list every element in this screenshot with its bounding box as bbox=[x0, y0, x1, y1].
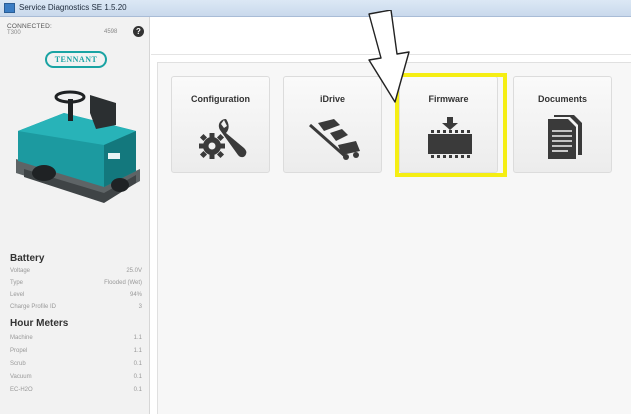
hour-meter-row: Machine 1.1 bbox=[10, 335, 142, 345]
row-value: 25.0V bbox=[126, 268, 142, 274]
row-label: Propel bbox=[10, 348, 28, 354]
brand-logo: TENNANT bbox=[45, 51, 107, 68]
row-label: EC-H2O bbox=[10, 387, 33, 393]
main-panel: Configuration iDrive Firmware Documents bbox=[151, 10, 631, 414]
row-label: Voltage bbox=[10, 268, 31, 274]
row-label: Level bbox=[10, 292, 25, 298]
hour-meter-row: Scrub 0.1 bbox=[10, 361, 142, 371]
callout-arrow-icon bbox=[368, 10, 410, 103]
tile-documents[interactable]: Documents bbox=[513, 76, 612, 173]
tile-area: Configuration iDrive Firmware Documents bbox=[157, 62, 631, 414]
documents-icon bbox=[548, 115, 582, 159]
battery-title: Battery bbox=[10, 253, 45, 264]
connection-status: CONNECTED: bbox=[7, 23, 52, 30]
battery-row: Level 94% bbox=[10, 292, 142, 302]
row-label: Charge Profile ID bbox=[10, 304, 57, 310]
row-value: 3 bbox=[138, 304, 142, 310]
row-label: Vacuum bbox=[10, 374, 32, 380]
idrive-icon bbox=[309, 119, 360, 160]
row-label: Type bbox=[10, 280, 24, 286]
row-label: Machine bbox=[10, 335, 33, 341]
row-label: Scrub bbox=[10, 361, 26, 367]
tile-label: Documents bbox=[537, 94, 587, 104]
machine-serial: 4598 bbox=[104, 29, 118, 35]
window-titlebar: Service Diagnostics SE 1.5.20 bbox=[0, 0, 631, 17]
row-value: 1.1 bbox=[133, 348, 142, 354]
app-icon bbox=[4, 3, 15, 13]
wrench-gear-icon bbox=[199, 119, 247, 159]
row-value: 94% bbox=[129, 292, 142, 298]
hour-meter-row: EC-H2O 0.1 bbox=[10, 387, 142, 397]
tile-configuration[interactable]: Configuration bbox=[171, 76, 270, 173]
tile-label: Configuration bbox=[191, 94, 250, 104]
battery-row: Voltage 25.0V bbox=[10, 268, 142, 278]
row-value: 0.1 bbox=[133, 361, 142, 367]
row-value: 0.1 bbox=[133, 374, 142, 380]
row-value: 1.1 bbox=[133, 335, 142, 341]
row-value: Flooded (Wet) bbox=[104, 280, 142, 286]
hour-meter-row: Vacuum 0.1 bbox=[10, 374, 142, 384]
window-title: Service Diagnostics SE 1.5.20 bbox=[19, 3, 127, 12]
battery-row: Type Flooded (Wet) bbox=[10, 280, 142, 290]
sidebar: CONNECTED: T300 4598 ? TENNANT Battery V… bbox=[0, 17, 150, 414]
row-value: 0.1 bbox=[133, 387, 142, 393]
machine-image bbox=[16, 90, 140, 203]
help-icon[interactable]: ? bbox=[133, 26, 144, 37]
hour-meter-row: Propel 1.1 bbox=[10, 348, 142, 358]
machine-model: T300 bbox=[7, 30, 21, 36]
battery-row: Charge Profile ID 3 bbox=[10, 304, 142, 314]
hour-meters-title: Hour Meters bbox=[10, 318, 69, 329]
